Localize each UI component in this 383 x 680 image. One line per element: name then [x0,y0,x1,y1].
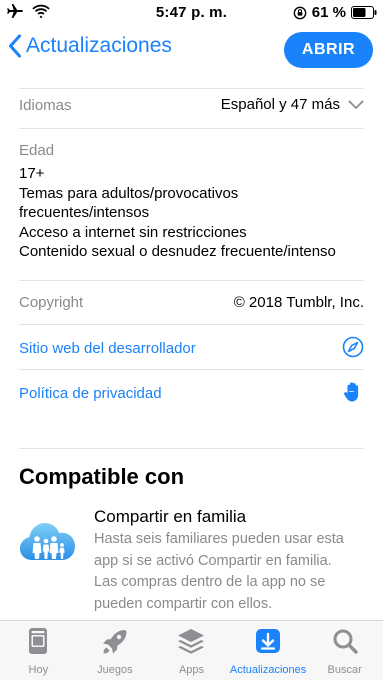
hand-icon[interactable] [342,381,364,403]
status-bar: 5:47 p. m. 61 % [0,0,383,26]
description-line: Las compras dentro de la app no se [94,574,326,590]
age-line: 17+ [19,165,45,182]
family-sharing-title: Compartir en familia [94,507,247,526]
chevron-down-icon [348,100,364,109]
age-line: Temas para adultos/provocativos [19,184,239,202]
apps-stack-icon [178,629,205,654]
privacy-policy-link[interactable]: Política de privacidad [19,385,162,402]
divider [19,369,364,370]
back-button[interactable]: Actualizaciones [8,34,172,58]
divider [19,324,364,325]
tab-games[interactable]: Juegos [77,621,154,680]
divider [19,448,364,449]
tab-label: Juegos [97,664,133,676]
age-label: Edad [19,142,55,159]
languages-row-toggle[interactable]: Español y 47 más [221,96,364,113]
tab-today[interactable]: Hoy [0,621,77,680]
divider [19,128,364,129]
orientation-lock-icon [293,6,307,19]
tab-label: Hoy [28,664,49,676]
updates-download-icon [256,629,281,653]
nav-bar: Actualizaciones ABRIR [0,28,383,74]
section-title-compatible: Compatible con [19,464,185,489]
languages-label: Idiomas [19,97,72,114]
family-sharing-icon [20,523,75,560]
developer-website-link[interactable]: Sitio web del desarrollador [19,340,196,357]
copyright-value: © 2018 Tumblr, Inc. [233,294,364,311]
rocket-icon [102,630,127,654]
open-button[interactable]: ABRIR [284,32,373,68]
tab-search[interactable]: Buscar [306,621,383,680]
divider [19,88,364,89]
description-line: app si se activó Compartir en familia. [94,552,332,569]
tab-apps[interactable]: Apps [153,621,230,680]
description-line: pueden compartir con ellos. [94,595,273,612]
battery-percent: 61 % [311,4,346,21]
tab-bar: Hoy Juegos Apps Actualizaciones Buscar [0,620,383,680]
description-line: Hasta seis familiares pueden usar esta [94,531,344,547]
copyright-label: Copyright [19,294,84,311]
languages-value: Español y 47 más [220,96,340,113]
chevron-left-icon [9,34,21,58]
tab-updates[interactable]: Actualizaciones [230,621,307,680]
age-line: frecuentes/intensos [19,204,150,221]
battery-icon [351,6,377,19]
tab-label: Actualizaciones [229,664,307,676]
tab-label: Apps [178,664,205,676]
divider [19,280,364,281]
age-line: Acceso a internet sin restricciones [19,223,247,241]
family-sharing-description: Hasta seis familiares pueden usar esta a… [94,529,374,615]
age-line: Contenido sexual o desnudez frecuente/in… [19,243,336,260]
age-rating-details: 17+ Temas para adultos/provocativos frec… [19,164,369,262]
today-icon [29,628,48,654]
compass-icon[interactable] [342,336,364,358]
back-label: Actualizaciones [26,34,172,57]
tab-label: Buscar [327,664,362,676]
search-icon [333,629,358,654]
